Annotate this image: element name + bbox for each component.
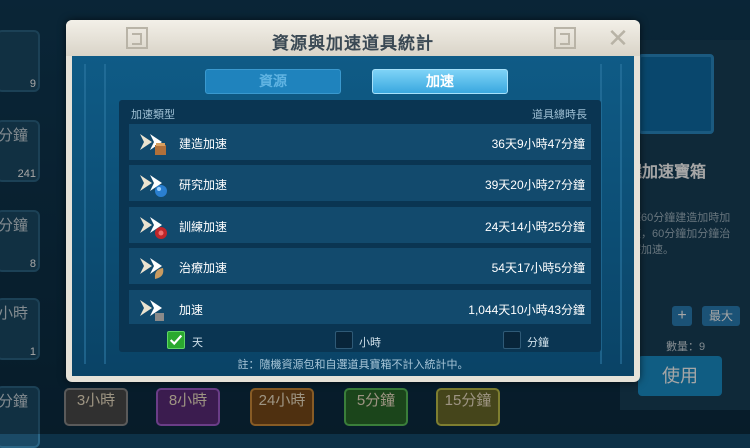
dialog-title: 資源與加速道具統計 (272, 34, 434, 53)
column-header-total: 道具總時長 (532, 109, 587, 121)
speedup-type: 治療加速 (179, 261, 228, 275)
speedup-total: 36天9小時47分鐘 (491, 137, 585, 151)
speedup-type: 訓練加速 (179, 220, 228, 234)
speedup-type: 研究加速 (179, 178, 228, 192)
healing-speedup-icon (140, 258, 164, 279)
list-item: 加速 1,044天10小時43分鐘 (129, 290, 591, 324)
research-speedup-icon (140, 175, 167, 197)
speedup-type: 建造加速 (179, 137, 228, 151)
speedup-total: 1,044天10小時43分鐘 (468, 303, 585, 317)
speedup-total: 54天17小時5分鐘 (491, 261, 585, 275)
stats-dialog: 資源與加速道具統計 ✕ 資源 加速 加速類型 道具總時長 建造加速 36天9小時… (66, 20, 640, 382)
speedup-list[interactable]: 建造加速 36天9小時47分鐘 研究加速 39天20小時27分鐘 訓練加速 24… (129, 124, 591, 324)
unit-day-checkbox[interactable] (167, 331, 185, 349)
unit-hour-checkbox[interactable] (335, 331, 353, 349)
unit-minute-checkbox[interactable] (503, 331, 521, 349)
list-item: 訓練加速 24天14小時25分鐘 (129, 207, 591, 243)
training-speedup-icon (140, 217, 167, 239)
speedup-type: 加速 (179, 303, 204, 317)
fret-border-right (600, 64, 622, 364)
list-item: 治療加速 54天17小時5分鐘 (129, 248, 591, 284)
construction-speedup-icon (140, 134, 166, 155)
speedup-stats-panel: 加速類型 道具總時長 建造加速 36天9小時47分鐘 研究加速 39天20小時2… (119, 100, 601, 352)
general-speedup-icon (140, 300, 164, 321)
fret-border-left (84, 64, 106, 364)
list-item: 建造加速 36天9小時47分鐘 (129, 124, 591, 160)
unit-hour-label: 小時 (359, 337, 381, 349)
column-header-type: 加速類型 (131, 109, 175, 121)
tab-resources[interactable]: 資源 (205, 69, 341, 94)
close-icon[interactable]: ✕ (606, 25, 630, 51)
dialog-header: 資源與加速道具統計 ✕ (66, 20, 640, 56)
footnote: 註：隨機資源包和自選道具寶箱不計入統計中。 (237, 359, 469, 371)
speedup-total: 24天14小時25分鐘 (484, 220, 585, 234)
unit-day-label: 天 (192, 337, 203, 349)
dialog-body: 資源 加速 加速類型 道具總時長 建造加速 36天9小時47分鐘 研究加速 39… (72, 56, 634, 376)
speedup-total: 39天20小時27分鐘 (484, 178, 585, 192)
list-item: 研究加速 39天20小時27分鐘 (129, 165, 591, 201)
unit-selector: 天 小時 分鐘 (119, 328, 601, 352)
unit-minute-label: 分鐘 (527, 337, 549, 349)
checkmark-icon (169, 334, 183, 346)
tab-speedup[interactable]: 加速 (372, 69, 508, 94)
